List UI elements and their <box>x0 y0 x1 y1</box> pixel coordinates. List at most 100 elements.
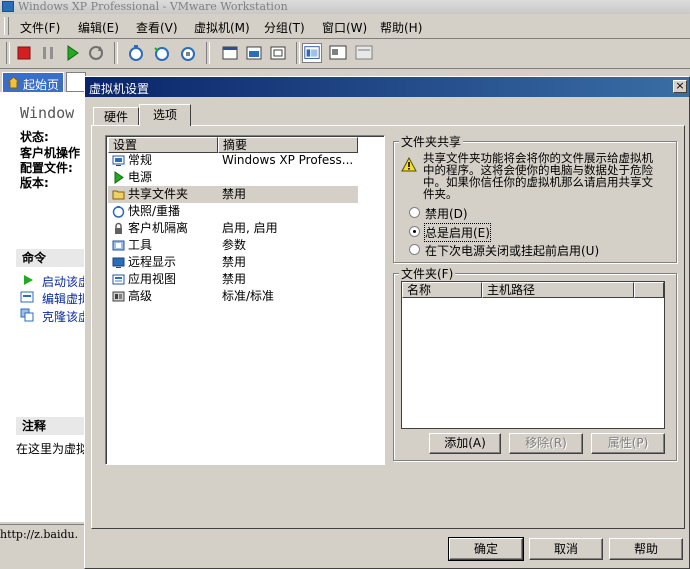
pause-icon[interactable] <box>38 43 58 63</box>
shared-folders-warning: 共享文件夹功能将会将你的文件展示给虚拟机 中的程序。这将会使你的电脑与数据处于危… <box>423 152 653 200</box>
manage-snapshots-icon[interactable] <box>178 43 198 63</box>
setting-name: 远程显示 <box>128 255 177 269</box>
summary-view-icon[interactable] <box>328 43 348 63</box>
play-icon[interactable] <box>62 43 82 63</box>
revert-snapshot-icon[interactable] <box>152 43 172 63</box>
vm-settings-dialog: 虚拟机设置 × 硬件 选项 设置 摘要 常规 Windows XP Profes… <box>84 76 690 569</box>
status-bar: http://z.baidu. <box>0 524 86 545</box>
help-button[interactable]: 帮助 <box>609 538 683 560</box>
tab-hardware[interactable]: 硬件 <box>93 107 139 125</box>
advanced-icon <box>112 291 125 302</box>
radio-disabled-label[interactable]: 禁用(D) <box>425 205 468 222</box>
version-label: 版本: <box>20 176 49 190</box>
radio-always-enabled[interactable] <box>409 226 420 237</box>
fit-window-icon[interactable] <box>268 43 288 63</box>
dialog-close-button[interactable]: × <box>673 80 687 93</box>
clone-vm-link[interactable]: 克隆该虚 <box>42 308 90 325</box>
menu-edit[interactable]: 编辑(E) <box>78 19 119 36</box>
tab-home-label: 起始页 <box>23 78 60 92</box>
vm-title: Window <box>20 104 75 122</box>
menubar-grip <box>4 17 9 35</box>
start-vm-icon <box>24 275 33 285</box>
remote-display-icon <box>112 257 125 268</box>
menu-view[interactable]: 查看(V) <box>136 19 178 36</box>
stop-icon[interactable] <box>14 43 34 63</box>
cancel-button[interactable]: 取消 <box>529 538 603 560</box>
general-icon <box>112 155 125 166</box>
setting-name: 应用视图 <box>128 272 177 286</box>
appliance-view-icon[interactable] <box>354 43 374 63</box>
settings-row-remote-display[interactable]: 远程显示 禁用 <box>108 254 358 271</box>
notes-text[interactable]: 在这里为虚拟 <box>16 440 88 457</box>
shared-folders-group-title: 文件夹共享 <box>399 133 464 150</box>
folders-list[interactable]: 名称 主机路径 <box>401 281 665 429</box>
warning-icon <box>401 157 417 172</box>
setting-summary: Windows XP Profess... <box>222 153 354 167</box>
setting-name: 工具 <box>128 238 153 252</box>
column-header-summary[interactable]: 摘要 <box>218 137 358 153</box>
clone-vm-icon <box>20 308 34 322</box>
settings-row-guest-isolation[interactable]: 客户机隔离 启用, 启用 <box>108 220 358 237</box>
setting-name: 高级 <box>128 289 153 303</box>
setting-summary: 禁用 <box>222 272 247 286</box>
settings-row-appliance-view[interactable]: 应用视图 禁用 <box>108 271 358 288</box>
snapshot-replay-icon <box>112 206 125 218</box>
shared-folder-icon <box>112 190 125 200</box>
settings-row-tools[interactable]: 工具 参数 <box>108 237 358 254</box>
home-icon <box>7 76 20 89</box>
column-header-name[interactable]: 名称 <box>402 282 482 298</box>
tab-vm[interactable] <box>66 72 86 92</box>
window-titlebar: Windows XP Professional - VMware Worksta… <box>0 0 690 14</box>
radio-until-poweroff[interactable] <box>409 244 420 255</box>
menu-team[interactable]: 分组(T) <box>264 19 305 36</box>
reset-icon[interactable] <box>86 43 106 63</box>
warning-line: 中。如果你信任你的虚拟机那么请启用共享文 <box>423 175 653 189</box>
settings-row-power[interactable]: 电源 <box>108 169 358 186</box>
settings-list[interactable]: 设置 摘要 常规 Windows XP Profess... 电源 共享文件夹 … <box>105 135 385 465</box>
settings-row-shared-folders[interactable]: 共享文件夹 禁用 <box>108 186 358 203</box>
guest-isolation-icon <box>115 222 122 234</box>
menu-window[interactable]: 窗口(W) <box>322 19 367 36</box>
remove-folder-button[interactable]: 移除(R) <box>509 433 583 454</box>
toolbar <box>0 38 690 69</box>
menu-help[interactable]: 帮助(H) <box>380 19 422 36</box>
settings-row-general[interactable]: 常规 Windows XP Profess... <box>108 152 358 169</box>
column-header-host-path[interactable]: 主机路径 <box>482 282 634 298</box>
menu-bar: 文件(F) 编辑(E) 查看(V) 虚拟机(M) 分组(T) 窗口(W) 帮助(… <box>0 14 690 39</box>
setting-summary: 禁用 <box>222 255 247 269</box>
start-vm-link[interactable]: 启动该虚 <box>42 273 90 290</box>
radio-always-enabled-label[interactable]: 总是启用(E) <box>424 223 491 242</box>
menu-file[interactable]: 文件(F) <box>20 19 60 36</box>
close-icon: × <box>675 79 685 92</box>
tab-options[interactable]: 选项 <box>139 104 191 126</box>
settings-row-advanced[interactable]: 高级 标准/标准 <box>108 288 358 305</box>
menu-vm[interactable]: 虚拟机(M) <box>194 19 250 36</box>
setting-name: 共享文件夹 <box>128 187 189 201</box>
snapshot-icon[interactable] <box>126 43 146 63</box>
radio-disabled[interactable] <box>409 207 420 218</box>
normal-view-icon[interactable] <box>302 43 322 63</box>
setting-summary: 启用, 启用 <box>222 221 278 235</box>
notes-header: 注释 <box>16 417 86 435</box>
setting-name: 快照/重播 <box>128 204 181 218</box>
toolbar-separator <box>296 42 300 64</box>
setting-summary: 禁用 <box>222 187 247 201</box>
warning-line: 件夹。 <box>423 187 458 201</box>
state-label: 状态: <box>20 130 49 144</box>
setting-name: 常规 <box>128 153 153 167</box>
radio-until-poweroff-label[interactable]: 在下次电源关闭或挂起前启用(U) <box>425 242 599 259</box>
edit-vm-link[interactable]: 编辑虚拟 <box>42 290 90 307</box>
commands-header: 命令 <box>16 249 86 267</box>
dialog-titlebar: 虚拟机设置 × <box>85 77 689 97</box>
dialog-title: 虚拟机设置 <box>89 82 150 96</box>
column-header-setting[interactable]: 设置 <box>108 137 218 153</box>
column-header-filler <box>634 282 664 298</box>
settings-row-snapshot[interactable]: 快照/重播 <box>108 203 358 220</box>
add-folder-button[interactable]: 添加(A) <box>429 433 501 454</box>
setting-summary: 参数 <box>222 238 247 252</box>
ok-button[interactable]: 确定 <box>448 537 524 561</box>
quick-switch-icon[interactable] <box>244 43 264 63</box>
full-screen-icon[interactable] <box>220 43 240 63</box>
folder-properties-button[interactable]: 属性(P) <box>591 433 665 454</box>
tab-home[interactable]: 起始页 <box>2 72 64 92</box>
